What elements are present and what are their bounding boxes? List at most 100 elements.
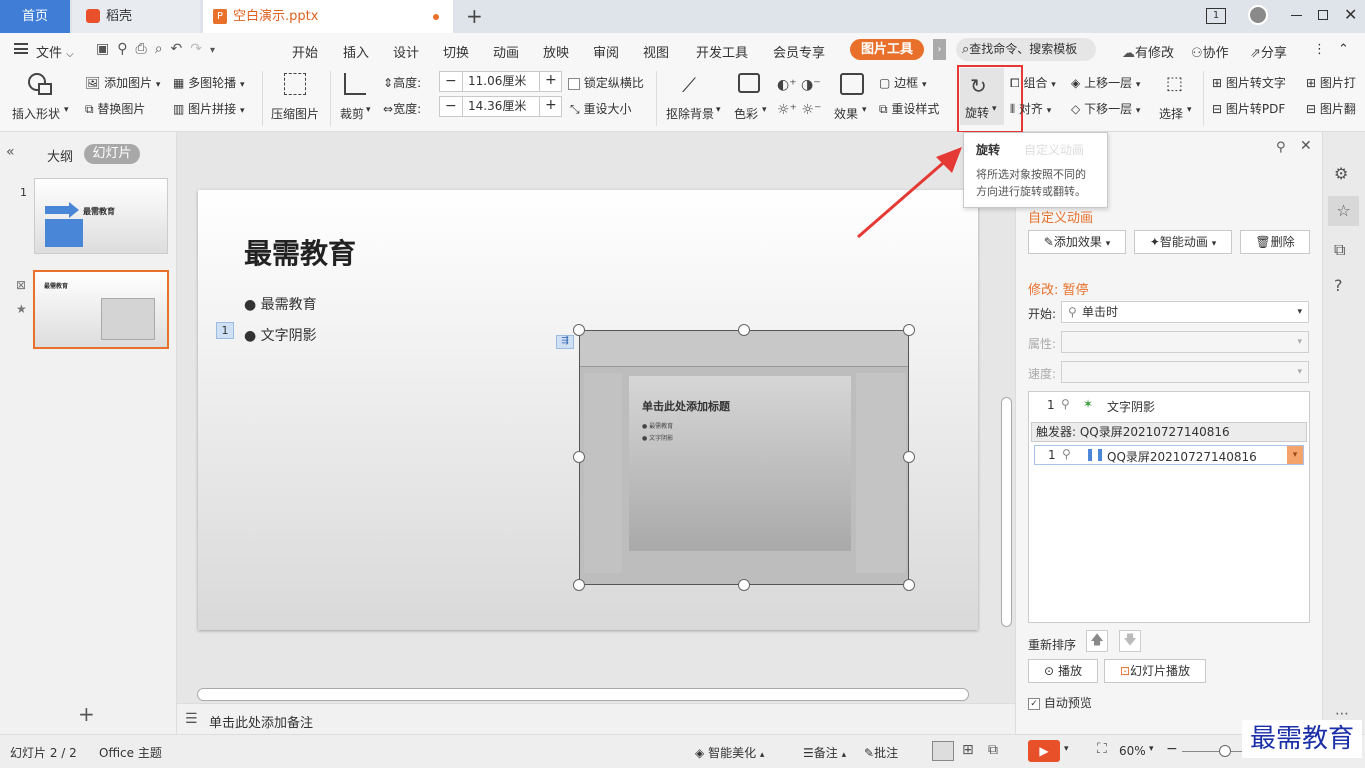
save-icon[interactable]: ▣ <box>96 41 117 57</box>
tab-daoke[interactable]: 稻壳 <box>72 0 200 33</box>
close-panel-icon[interactable]: ✕ <box>1300 138 1312 154</box>
undo-icon[interactable]: ↶ <box>171 41 191 57</box>
close-window-icon[interactable]: ✕ <box>1344 5 1357 24</box>
print-preview-icon[interactable]: ⌕ <box>155 41 171 57</box>
selection-handle-tr[interactable] <box>903 324 915 336</box>
slideshow-dropdown-icon[interactable]: ▾ <box>1064 744 1069 754</box>
selection-handle-mr[interactable] <box>903 451 915 463</box>
menu-file[interactable]: 文件 ⌵ <box>36 42 74 61</box>
selection-handle-tm[interactable] <box>738 324 750 336</box>
reading-view-icon[interactable]: ⧉ <box>988 742 998 758</box>
add-effect-button[interactable]: ✎添加效果 ▾ <box>1028 230 1126 254</box>
move-down-button[interactable]: 🡇 <box>1119 630 1141 652</box>
menu-review[interactable]: 审阅 <box>593 42 619 61</box>
more-tabs-icon[interactable]: › <box>933 39 946 60</box>
border-button[interactable]: ▢ 边框 ▾ <box>879 74 927 91</box>
properties-icon[interactable]: ⚙ <box>1334 164 1348 183</box>
height-minus-button[interactable]: − <box>445 73 457 89</box>
reset-size-button[interactable]: ⤡ 重设大小 <box>570 100 631 117</box>
selection-handle-bm[interactable] <box>738 579 750 591</box>
menu-slideshow[interactable]: 放映 <box>543 42 569 61</box>
comments-button[interactable]: ✎批注 <box>864 744 898 761</box>
vertical-scrollbar[interactable] <box>1001 397 1012 627</box>
send-backward-button[interactable]: ◇ 下移一层 ▾ <box>1071 100 1140 117</box>
menu-design[interactable]: 设计 <box>393 42 419 61</box>
slide-transition-icon[interactable]: ⧉ <box>1334 240 1345 260</box>
color-button[interactable]: 色彩 ▾ <box>730 69 770 125</box>
animation-item-1[interactable]: 1 ⚲ ✶ 文字阴影 <box>1029 396 1309 416</box>
picture-collage-button[interactable]: ▥ 图片拼接 ▾ <box>173 100 245 117</box>
pic-more-button-1[interactable]: ⊞ 图片打 <box>1306 74 1356 91</box>
move-up-button[interactable]: 🡅 <box>1086 630 1108 652</box>
slide-title[interactable]: 最需教育 <box>244 232 356 272</box>
tab-slides[interactable]: 幻灯片 <box>84 144 140 164</box>
speed-select[interactable]: ▾ <box>1061 361 1309 383</box>
help-icon[interactable]: ? <box>1334 276 1343 295</box>
remove-background-button[interactable]: ⟋ 抠除背景 ▾ <box>662 69 724 125</box>
menu-start[interactable]: 开始 <box>292 42 318 61</box>
compress-picture-button[interactable]: 压缩图片 <box>266 69 324 125</box>
replace-picture-button[interactable]: ⧉ 替换图片 <box>85 100 145 117</box>
theme-name[interactable]: Office 主题 <box>99 744 162 761</box>
embedded-picture[interactable]: 单击此处添加标题 ● 最需教育 ● 文字阴影 <box>579 330 909 585</box>
smart-beautify-button[interactable]: ◈ 智能美化 ▴ <box>695 744 764 761</box>
tab-home[interactable]: 首页 <box>0 0 70 33</box>
pic-to-text-button[interactable]: ⊞ 图片转文字 <box>1212 74 1286 91</box>
menu-insert[interactable]: 插入 <box>343 42 369 61</box>
horizontal-scrollbar[interactable] <box>197 688 969 701</box>
customize-dropdown-icon[interactable]: ▾ <box>210 45 223 56</box>
print-icon[interactable]: ⎙ <box>136 41 155 57</box>
pic-to-pdf-button[interactable]: ⊟ 图片转PDF <box>1212 100 1285 117</box>
delete-button[interactable]: 🗑删除 <box>1240 230 1310 254</box>
hamburger-icon[interactable] <box>14 43 28 54</box>
property-select[interactable]: ▾ <box>1061 331 1309 353</box>
select-button[interactable]: ⬚ 选择 ▾ <box>1158 69 1198 125</box>
pic-more-button-2[interactable]: ⊟ 图片翻 <box>1306 100 1356 117</box>
selection-handle-bl[interactable] <box>573 579 585 591</box>
collaborate-button[interactable]: ⚇协作 <box>1191 42 1229 61</box>
menu-picture-tools[interactable]: 图片工具 <box>850 39 924 60</box>
tab-outline[interactable]: 大纲 <box>47 146 73 165</box>
selection-handle-br[interactable] <box>903 579 915 591</box>
zoom-slider-thumb[interactable] <box>1219 745 1231 757</box>
align-button[interactable]: ⫴ 对齐 ▾ <box>1010 100 1051 117</box>
group-button[interactable]: ⧠ 组合 ▾ <box>1010 74 1056 91</box>
restore-icon[interactable] <box>1318 10 1328 20</box>
play-slideshow-button[interactable]: ▶ <box>1028 740 1060 762</box>
custom-animation-icon[interactable]: ☆ <box>1328 196 1359 226</box>
anim2-dropdown-button[interactable]: ▾ <box>1287 446 1303 464</box>
insert-shape-button[interactable]: 插入形状 ▾ <box>10 69 72 125</box>
play-button[interactable]: ⊙ 播放 <box>1028 659 1098 683</box>
media-trigger-icon[interactable]: ⇶ <box>556 335 574 349</box>
page-indicator-icon[interactable]: 1 <box>1206 8 1226 24</box>
animation-order-tag[interactable]: 1 <box>216 322 234 339</box>
share-button[interactable]: ⇗分享 <box>1250 42 1287 61</box>
fit-window-icon[interactable]: ⛶ <box>1097 741 1107 757</box>
minimize-icon[interactable] <box>1291 15 1302 16</box>
reset-style-button[interactable]: ⧉ 重设样式 <box>879 100 939 117</box>
autopreview-checkbox[interactable]: ✓ 自动预览 <box>1028 694 1092 711</box>
collapse-ribbon-icon[interactable]: ⌃ <box>1338 42 1349 57</box>
slide[interactable]: 最需教育 ● 最需教育 ● 文字阴影 1 ⇶ 单击此处添加标题 ● 最需教育 ●… <box>198 190 978 630</box>
width-minus-button[interactable]: − <box>445 98 457 114</box>
menu-view[interactable]: 视图 <box>643 42 669 61</box>
selection-handle-ml[interactable] <box>573 451 585 463</box>
crop-button[interactable]: 裁剪 ▾ <box>334 69 376 125</box>
width-stepper[interactable]: − 14.36厘米 + <box>439 96 562 117</box>
height-input[interactable]: 11.06厘米 <box>462 72 540 91</box>
normal-view-icon[interactable] <box>932 741 954 761</box>
notes-button[interactable]: ☰备注 ▴ <box>803 744 846 761</box>
smart-animation-button[interactable]: ✦智能动画 ▾ <box>1134 230 1232 254</box>
add-slide-button[interactable]: + <box>78 702 95 726</box>
collapse-panel-icon[interactable]: « <box>6 144 15 160</box>
add-picture-button[interactable]: 🖼 添加图片 ▾ <box>85 74 160 91</box>
brightness-contrast-icons[interactable]: ◐⁺ ◑⁻ ☼⁺ ☼⁻ <box>777 73 821 123</box>
slide-thumbnail-2[interactable]: 最需教育 <box>33 270 169 349</box>
effects-button[interactable]: 效果 ▾ <box>832 69 874 125</box>
zoom-dropdown-icon[interactable]: ▾ <box>1149 744 1154 754</box>
avatar[interactable] <box>1248 5 1268 25</box>
format-painter-icon[interactable]: ⚲ <box>117 41 135 57</box>
lock-ratio-checkbox[interactable]: 锁定纵横比 <box>568 74 644 91</box>
height-plus-button[interactable]: + <box>545 72 557 88</box>
bring-forward-button[interactable]: ◈ 上移一层 ▾ <box>1071 74 1140 91</box>
